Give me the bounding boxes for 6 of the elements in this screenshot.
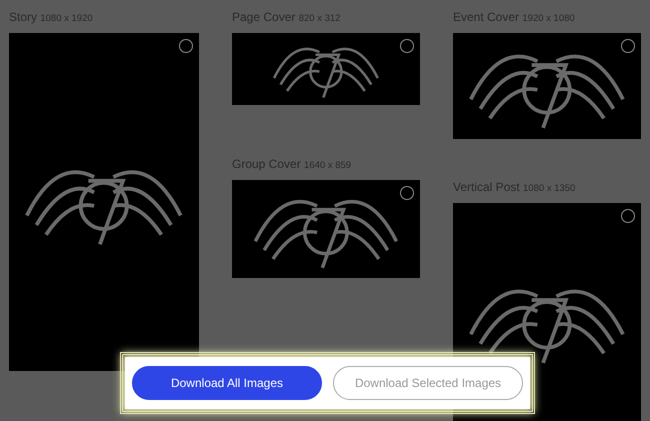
select-checkbox[interactable] [621,209,635,223]
select-checkbox[interactable] [400,39,414,53]
select-checkbox[interactable] [179,39,193,53]
select-checkbox[interactable] [621,39,635,53]
select-checkbox[interactable] [400,186,414,200]
download-button[interactable]: Download All Images [132,366,322,400]
